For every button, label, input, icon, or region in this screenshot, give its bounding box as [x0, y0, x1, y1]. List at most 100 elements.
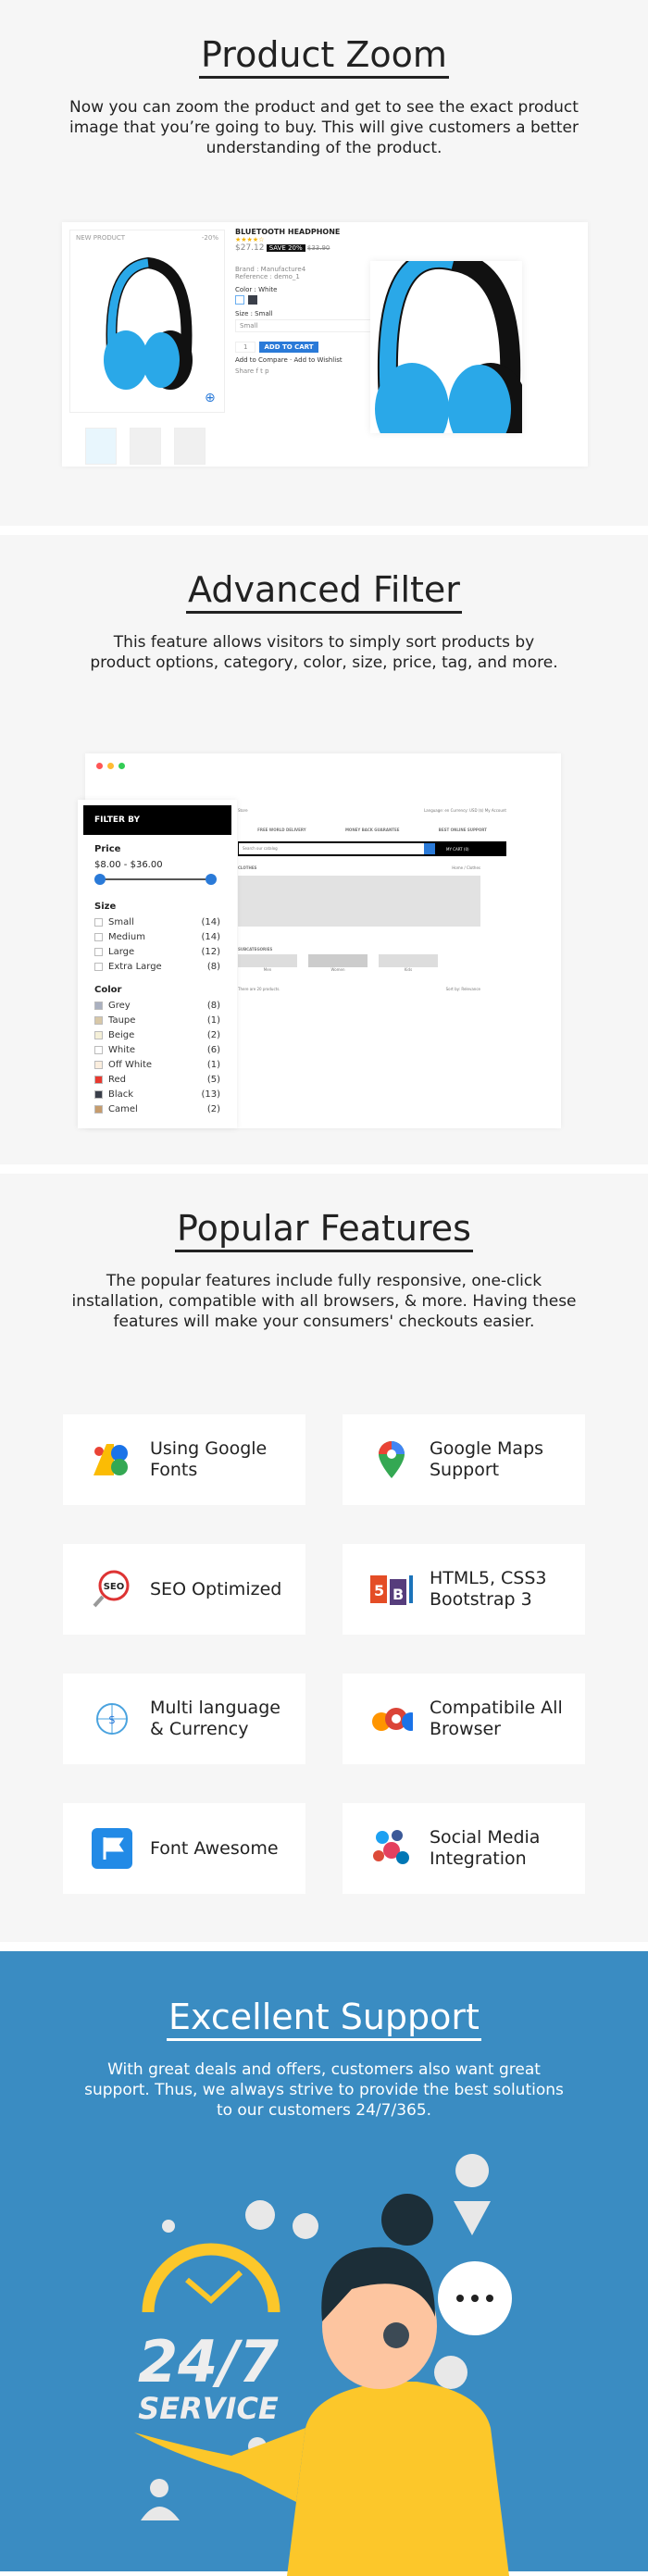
color-option[interactable]: Taupe (1): [94, 1015, 220, 1026]
feature-label: Social Media Integration: [430, 1827, 541, 1869]
color-swatch[interactable]: [94, 1075, 103, 1084]
pinterest-icon[interactable]: p: [265, 367, 268, 375]
badge-service: SERVICE: [138, 2391, 279, 2426]
price-slider[interactable]: [94, 874, 220, 885]
option-label: Taupe: [108, 1015, 136, 1026]
thumbnail[interactable]: [85, 428, 117, 465]
add-to-wishlist-link[interactable]: Add to Wishlist: [293, 356, 342, 364]
brand-label: Brand: [235, 266, 255, 273]
thumbnail[interactable]: [174, 428, 206, 465]
language-currency-icon: $: [91, 1698, 133, 1740]
option-label: Black: [108, 1089, 134, 1100]
color-option[interactable]: Grey (8): [94, 1001, 220, 1011]
size-option[interactable]: Extra Large (8): [94, 962, 220, 972]
add-to-compare-link[interactable]: Add to Compare: [235, 356, 288, 364]
color-swatch-black[interactable]: [248, 295, 257, 305]
option-count: (12): [201, 947, 220, 957]
benefit: MONEY BACK GUARANTEE: [344, 828, 400, 832]
option-count: (14): [201, 917, 220, 927]
benefit: BEST ONLINE SUPPORT: [438, 828, 487, 832]
product-zoom-section: Product Zoom Now you can zoom the produc…: [0, 0, 648, 526]
color-swatch[interactable]: [94, 1030, 103, 1039]
gear-icon: [162, 2220, 175, 2233]
search-button[interactable]: [424, 843, 435, 854]
zoom-lens-preview: [370, 261, 522, 433]
product-count: There are 20 products.: [238, 987, 280, 991]
section-description: This feature allows visitors to simply s…: [90, 632, 558, 672]
feature-card: $ Multi language & Currency: [63, 1674, 305, 1764]
color-option[interactable]: Camel (2): [94, 1104, 220, 1114]
store-page: Store Language: en Currency: USD ($) My A…: [238, 808, 506, 1030]
discount-badge: -20%: [201, 234, 218, 242]
section-title: Popular Features: [175, 1208, 473, 1252]
checkbox[interactable]: [94, 962, 103, 971]
size-option[interactable]: Medium (14): [94, 932, 220, 942]
sort-label: Sort by:: [445, 987, 461, 991]
size-option[interactable]: Large (12): [94, 947, 220, 957]
sort-select[interactable]: Relevance: [461, 987, 480, 991]
feature-label: Google Maps Support: [430, 1438, 544, 1480]
option-count: (5): [206, 1075, 220, 1085]
old-price: $33.90: [306, 244, 330, 252]
product-name: BLUETOOTH HEADPHONE: [235, 228, 341, 236]
support-illustration: 24/7 SERVICE: [134, 2154, 512, 2576]
category-title: CLOTHES: [238, 865, 257, 870]
section-description: The popular features include fully respo…: [71, 1271, 577, 1331]
option-label: Extra Large: [108, 962, 162, 972]
svg-text:5: 5: [374, 1582, 384, 1599]
section-description: With great deals and offers, customers a…: [84, 2060, 564, 2120]
currency-select[interactable]: Currency: USD ($): [451, 808, 484, 813]
badge-24-7: 24/7: [138, 2328, 280, 2396]
nav-store: Store: [238, 808, 248, 813]
feature-label: Compatibile All Browser: [430, 1698, 563, 1739]
checkbox[interactable]: [94, 932, 103, 941]
slider-handle-max[interactable]: [206, 874, 217, 885]
size-option[interactable]: Small (14): [94, 917, 220, 927]
main-image[interactable]: NEW PRODUCT -20% ⊕: [69, 230, 225, 413]
twitter-icon[interactable]: t: [260, 367, 263, 375]
social-media-icon: [370, 1827, 413, 1870]
support-section: Excellent Support With great deals and o…: [0, 1951, 648, 2576]
color-option[interactable]: Beige (2): [94, 1030, 220, 1040]
thumbnail[interactable]: [130, 428, 161, 465]
product-preview: NEW PRODUCT -20% ⊕ BLUETOOTH HEADPHONE ★…: [62, 222, 588, 467]
color-option[interactable]: Red (5): [94, 1075, 220, 1085]
option-count: (2): [206, 1104, 220, 1114]
location-pin-icon: [454, 2154, 491, 2235]
cart-button[interactable]: MY CART (0): [446, 847, 469, 852]
color-swatch[interactable]: [94, 1104, 103, 1114]
add-to-cart-button[interactable]: ADD TO CART: [259, 342, 318, 353]
color-swatch[interactable]: [94, 1089, 103, 1099]
gear-icon: [293, 2213, 318, 2239]
feature-card: 5B3 HTML5, CSS3 Bootstrap 3: [343, 1544, 585, 1635]
subcategory-link[interactable]: Men: [264, 967, 271, 972]
feature-card: Social Media Integration: [343, 1803, 585, 1894]
color-option[interactable]: Black (13): [94, 1089, 220, 1100]
color-swatch[interactable]: [94, 1060, 103, 1069]
color-swatch[interactable]: [94, 1045, 103, 1054]
color-option[interactable]: Off White (1): [94, 1060, 220, 1070]
option-count: (13): [201, 1089, 220, 1100]
checkbox[interactable]: [94, 947, 103, 956]
color-swatch[interactable]: [94, 1001, 103, 1010]
account-menu[interactable]: My Account: [485, 808, 506, 813]
option-label: Red: [108, 1075, 126, 1085]
facebook-icon[interactable]: f: [255, 367, 257, 375]
language-select[interactable]: Language: en: [424, 808, 449, 813]
option-count: (6): [206, 1045, 220, 1055]
quantity-stepper[interactable]: 1: [235, 342, 256, 353]
slider-handle-min[interactable]: [94, 874, 106, 885]
subcategory-link[interactable]: Kids: [405, 967, 412, 972]
gear-icon: [245, 2200, 275, 2230]
option-label: Small: [108, 917, 134, 927]
thumbnails: [85, 428, 206, 465]
color-swatch-white[interactable]: [235, 295, 244, 305]
new-badge: NEW PRODUCT: [76, 234, 126, 242]
color-option[interactable]: White (6): [94, 1045, 220, 1055]
subcategory-link[interactable]: Women: [330, 967, 344, 972]
checkbox[interactable]: [94, 917, 103, 927]
search-input[interactable]: Search our catalog: [239, 843, 424, 854]
category-banner: [238, 876, 480, 927]
share-label: Share: [235, 367, 255, 375]
color-swatch[interactable]: [94, 1015, 103, 1025]
